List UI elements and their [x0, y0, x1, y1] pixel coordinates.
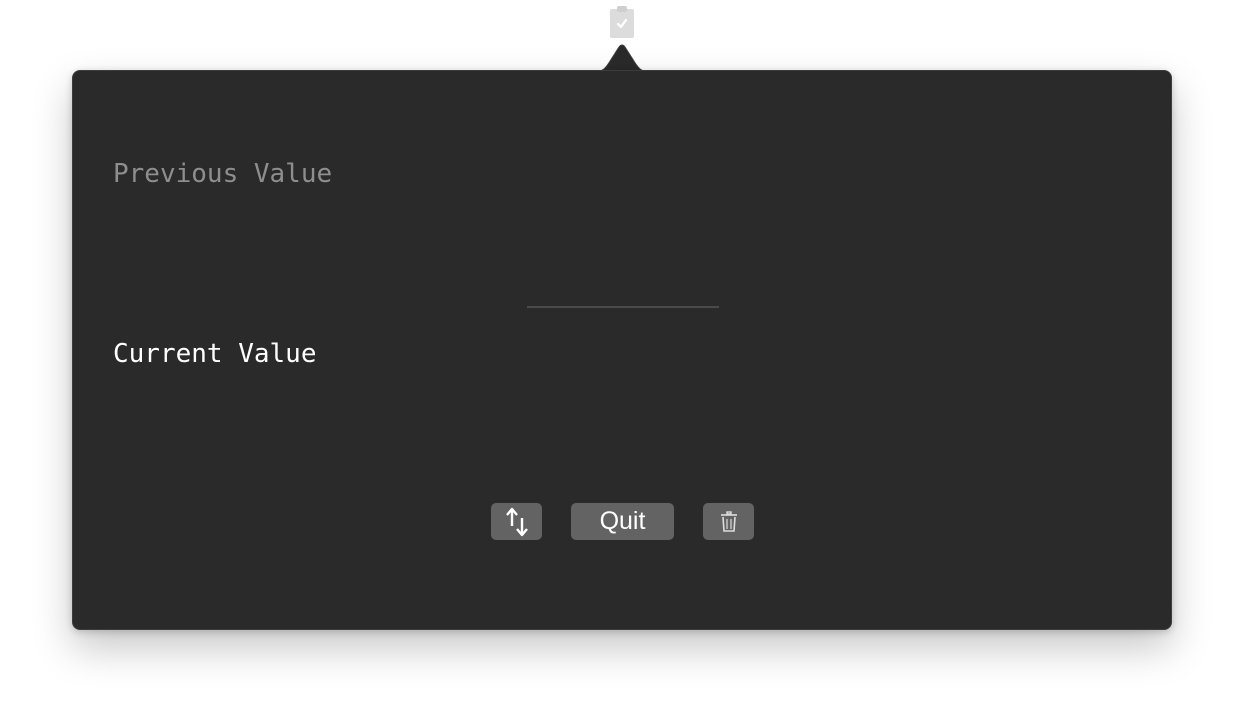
- clear-button[interactable]: [703, 503, 754, 540]
- trash-icon: [720, 510, 738, 533]
- divider: [527, 306, 719, 308]
- clipboard-popover: Previous Value Current Value Quit: [72, 70, 1172, 630]
- clipboard-check-icon[interactable]: [610, 6, 634, 38]
- previous-value-text[interactable]: Previous Value: [113, 159, 332, 189]
- swap-button[interactable]: [491, 503, 542, 540]
- screen: Previous Value Current Value Quit: [0, 0, 1244, 710]
- swap-arrows-icon: [504, 506, 530, 538]
- quit-button[interactable]: Quit: [571, 503, 674, 540]
- popover-arrow: [592, 44, 652, 72]
- current-value-text[interactable]: Current Value: [113, 339, 317, 369]
